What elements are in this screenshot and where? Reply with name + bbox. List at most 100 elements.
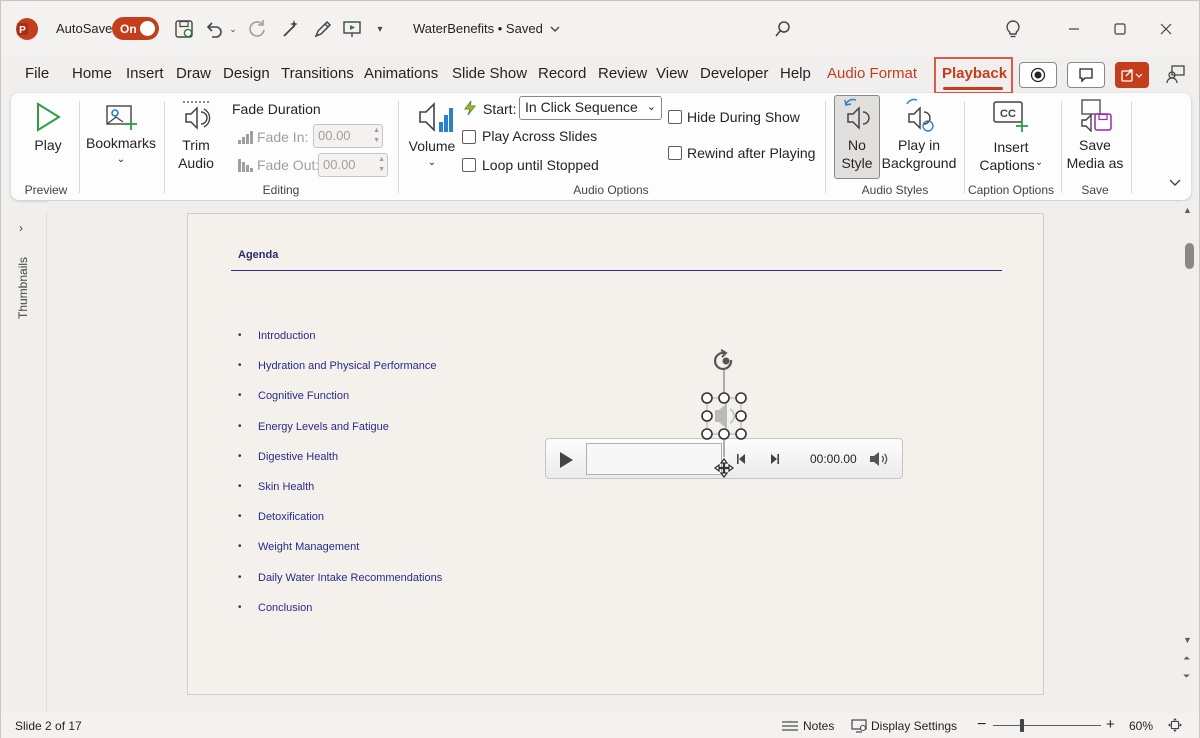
trim-audio-line2[interactable]: Audio [173,154,219,172]
list-item: • Daily Water Intake Recommendations [238,572,442,602]
list-item-text: Hydration and Physical Performance [258,360,437,373]
tab-design[interactable]: Design [223,65,270,82]
zoom-in-icon[interactable]: + [1106,716,1115,733]
spinner-arrows-icon[interactable]: ▲ ▼ [378,155,385,175]
bookmarks-button[interactable]: Bookmarks [83,134,159,152]
tab-slide-show[interactable]: Slide Show [452,65,527,82]
bullet-icon: • [238,390,242,402]
powerpoint-window: P AutoSave On ⌄ ▾ WaterBenefits • Saved [0,0,1200,738]
tab-record[interactable]: Record [538,65,586,82]
presenter-icon[interactable] [1163,61,1189,87]
zoom-slider-thumb[interactable] [1020,719,1024,732]
hide-during-show-checkbox[interactable] [668,110,682,124]
notes-button[interactable]: Notes [781,719,834,733]
insert-captions-line2[interactable]: Captions [975,156,1039,174]
collapse-ribbon-icon[interactable] [1167,175,1183,191]
share-button[interactable] [1115,62,1149,88]
player-volume-icon[interactable] [868,450,890,468]
pen-icon[interactable] [311,17,335,41]
group-label-caption-options: Caption Options [967,183,1055,197]
record-button[interactable] [1019,62,1057,88]
skip-forward-icon[interactable] [766,451,782,467]
document-title[interactable]: WaterBenefits • Saved [413,21,561,36]
play-in-background-line2[interactable]: Background [879,154,959,172]
tab-file[interactable]: File [25,65,49,82]
play-across-slides-label[interactable]: Play Across Slides [482,128,597,144]
zoom-level[interactable]: 60% [1129,719,1153,733]
minimize-icon[interactable] [1059,15,1089,43]
agenda-list[interactable]: • Introduction • Hydration and Physical Pe… [238,330,442,632]
customize-toolbar-icon[interactable]: ▾ [373,19,387,39]
fit-to-window-icon[interactable] [1167,717,1183,733]
play-button[interactable]: Play [33,136,63,154]
trim-audio-icon[interactable] [179,97,213,135]
zoom-slider[interactable] [993,725,1101,726]
thumbnails-label[interactable]: Thumbnails [16,257,30,319]
expand-thumbnails-chevron-icon[interactable]: › [19,221,23,235]
chevron-down-icon: ⌄ [646,101,656,113]
redo-icon[interactable] [245,17,269,41]
tab-home[interactable]: Home [72,65,112,82]
lightbulb-icon[interactable] [1001,17,1025,41]
save-media-line1[interactable]: Save [1065,136,1125,154]
play-icon[interactable] [33,99,63,135]
list-item: • Introduction [238,330,442,360]
play-across-slides-checkbox[interactable] [462,130,476,144]
captions-chevron-icon[interactable]: ⌄ [1033,154,1045,172]
display-settings-button[interactable]: Display Settings [851,719,957,733]
fade-in-input[interactable]: 00.00 ▲ ▼ [313,124,383,148]
tab-transitions[interactable]: Transitions [281,65,354,82]
bullet-icon: • [238,450,242,462]
volume-button[interactable]: Volume [407,137,457,155]
bookmarks-chevron-icon[interactable]: ⌄ [113,151,129,169]
rewind-after-playing-label[interactable]: Rewind after Playing [687,145,815,161]
comments-button[interactable] [1067,62,1105,88]
list-item-text: Energy Levels and Fatigue [258,420,389,433]
player-play-icon[interactable] [556,450,576,470]
tab-animations[interactable]: Animations [364,65,438,82]
close-icon[interactable] [1151,15,1181,43]
scrollbar-thumb[interactable] [1185,243,1194,269]
maximize-icon[interactable] [1105,15,1135,43]
loop-until-stopped-checkbox[interactable] [462,158,476,172]
save-media-icon[interactable] [1077,97,1115,133]
tab-insert[interactable]: Insert [126,65,164,82]
tab-developer[interactable]: Developer [700,65,768,82]
save-icon[interactable] [173,17,195,41]
slide-title[interactable]: Agenda [238,249,278,261]
tab-help[interactable]: Help [780,65,811,82]
toggle-knob [140,21,155,36]
previous-slide-icon[interactable]: ⏶ [1183,653,1190,664]
next-slide-icon[interactable]: ⏷ [1183,671,1190,682]
start-select[interactable]: In Click Sequence ⌄ [519,96,662,120]
bookmark-icon[interactable] [103,99,139,133]
loop-until-stopped-label[interactable]: Loop until Stopped [482,157,599,173]
search-icon[interactable] [771,17,795,41]
scroll-down-icon[interactable]: ▼ [1183,635,1192,645]
display-settings-icon [851,719,867,733]
zoom-out-icon[interactable]: − [977,716,986,734]
tab-review[interactable]: Review [598,65,647,82]
tab-audio-format[interactable]: Audio Format [827,65,917,82]
undo-icon[interactable] [202,17,226,41]
volume-icon[interactable] [415,97,455,137]
trim-audio-line1[interactable]: Trim [173,136,219,154]
rewind-after-playing-checkbox[interactable] [668,146,682,160]
hide-during-show-label[interactable]: Hide During Show [687,109,800,125]
fade-out-input[interactable]: 00.00 ▲ ▼ [318,153,388,177]
vertical-scrollbar[interactable]: ▲ ▼ ⏶ ⏷ [1179,201,1199,711]
spinner-arrows-icon[interactable]: ▲ ▼ [373,126,380,146]
magic-wand-icon[interactable] [278,17,302,41]
tab-draw[interactable]: Draw [176,65,211,82]
selected-audio-icon[interactable] [697,347,751,483]
save-media-line2[interactable]: Media as [1065,154,1125,172]
volume-chevron-icon[interactable]: ⌄ [424,154,440,172]
present-from-start-icon[interactable] [340,17,364,41]
play-in-background-line1[interactable]: Play in [883,136,955,154]
play-in-background-icon[interactable] [901,97,937,133]
insert-captions-icon[interactable]: CC [991,99,1031,133]
scroll-up-icon[interactable]: ▲ [1183,205,1192,215]
autosave-toggle[interactable]: On [112,17,159,40]
tab-view[interactable]: View [656,65,688,82]
undo-dropdown-chevron-icon[interactable]: ⌄ [227,19,239,39]
